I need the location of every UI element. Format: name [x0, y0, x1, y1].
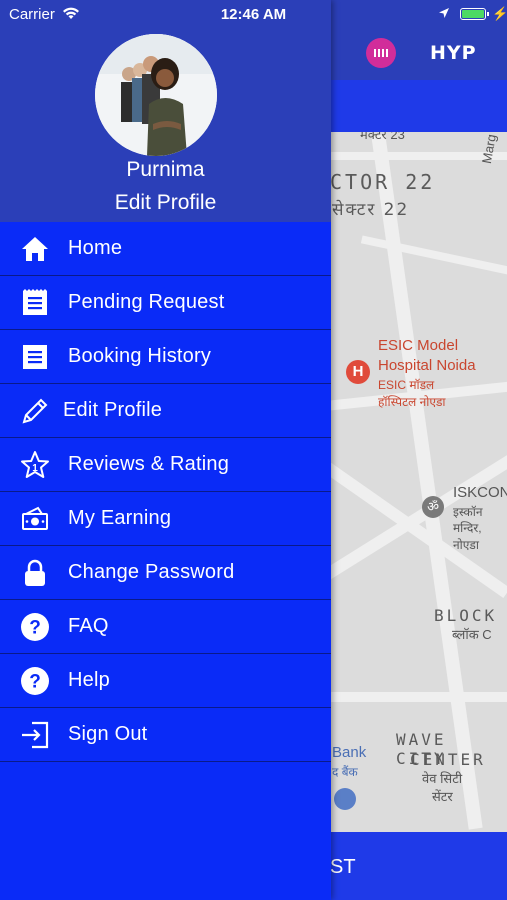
map-label-block-hi: ब्लॉक C	[452, 627, 492, 642]
menu-item-home[interactable]: Home	[0, 222, 331, 276]
menu-label: Reviews & Rating	[68, 453, 230, 475]
poi-hospital-line2: Hospital Noida	[378, 357, 476, 374]
map-label-wave-hi2: सेंटर	[432, 789, 453, 804]
map-label-wave2: CENTER	[410, 750, 486, 769]
user-name: Purnima	[126, 158, 205, 181]
drawer-header: Purnima Edit Profile	[0, 0, 331, 222]
menu-label: Home	[68, 237, 123, 259]
question-icon: ?	[21, 613, 49, 641]
menu-label: FAQ	[68, 615, 109, 637]
menu-label: Booking History	[68, 345, 212, 367]
app-bottom-label[interactable]: ST	[330, 856, 356, 879]
map-label-bank-hi: द बैंक	[332, 765, 358, 779]
pencil-icon	[22, 398, 48, 424]
receipt-icon	[23, 289, 47, 315]
menu-item-my-earning[interactable]: My Earning	[0, 492, 331, 546]
poi-hospital-line1: ESIC Model	[378, 337, 459, 354]
bank-pin-icon[interactable]	[334, 788, 356, 810]
avatar-image	[95, 34, 217, 156]
avatar[interactable]	[95, 34, 217, 156]
menu-label: Change Password	[68, 561, 235, 583]
money-icon	[22, 506, 48, 530]
home-icon	[22, 237, 48, 261]
menu-item-pending-request[interactable]: Pending Request	[0, 276, 331, 330]
receipt-icon	[23, 345, 47, 369]
map-label-block: BLOCK	[434, 606, 498, 625]
menu-item-edit-profile[interactable]: Edit Profile	[0, 384, 331, 438]
charging-icon: ⚡	[492, 6, 507, 21]
star-icon: 1	[21, 451, 49, 478]
location-arrow-icon	[439, 8, 449, 18]
svg-text:1: 1	[32, 463, 38, 474]
map-label-marg: Marg	[478, 132, 499, 165]
menu-item-reviews-rating[interactable]: 1 Reviews & Rating	[0, 438, 331, 492]
audio-wave-icon[interactable]	[366, 38, 396, 68]
edit-profile-link[interactable]: Edit Profile	[0, 191, 331, 215]
map-label-sector-hi: सेक्टर 22	[332, 200, 410, 220]
menu-item-help[interactable]: ? Help	[0, 654, 331, 708]
status-bar: Carrier 12:46 AM ⚡	[0, 0, 507, 28]
poi-hospital-hi2: हॉस्पिटल नोएडा	[378, 395, 446, 409]
menu-label: Help	[68, 669, 110, 691]
map-label-sector: CTOR 22	[330, 170, 436, 194]
menu-label: Pending Request	[68, 291, 225, 313]
poi-iskcon-hi2: मन्दिर, नोएडा	[453, 521, 482, 552]
menu-item-change-password[interactable]: Change Password	[0, 546, 331, 600]
sign-out-icon	[22, 721, 49, 749]
poi-hospital-hi1: ESIC मॉडल	[378, 378, 435, 392]
menu-label: Sign Out	[68, 723, 148, 745]
menu-item-booking-history[interactable]: Booking History	[0, 330, 331, 384]
map-label-top: मेक्टर 23	[360, 132, 405, 142]
question-icon: ?	[21, 667, 49, 695]
poi-iskcon-hi1: इस्कॉन	[453, 505, 483, 519]
temple-pin-icon[interactable]: ॐ	[422, 496, 444, 518]
svg-text:?: ?	[29, 618, 41, 639]
svg-text:?: ?	[29, 672, 41, 693]
menu-item-sign-out[interactable]: Sign Out	[0, 708, 331, 762]
map-road	[330, 692, 507, 702]
map-label-wave-hi1: वेव सिटी	[422, 771, 463, 786]
menu-label: Edit Profile	[63, 399, 163, 421]
lock-icon	[25, 559, 45, 586]
menu-label: My Earning	[68, 507, 172, 529]
menu-item-faq[interactable]: ? FAQ	[0, 600, 331, 654]
battery-icon	[460, 8, 489, 20]
hospital-pin-icon[interactable]: H	[346, 360, 370, 384]
poi-iskcon: ISKCON	[453, 484, 507, 501]
clock: 12:46 AM	[220, 6, 287, 23]
app-logo: HYP	[430, 42, 477, 64]
side-drawer: Purnima Edit Profile Home Pending Reques…	[0, 0, 331, 900]
drawer-menu: Home Pending Request Booking History Edi…	[0, 222, 331, 762]
map-label-bank: Bank	[332, 744, 367, 761]
map-road	[360, 235, 507, 277]
